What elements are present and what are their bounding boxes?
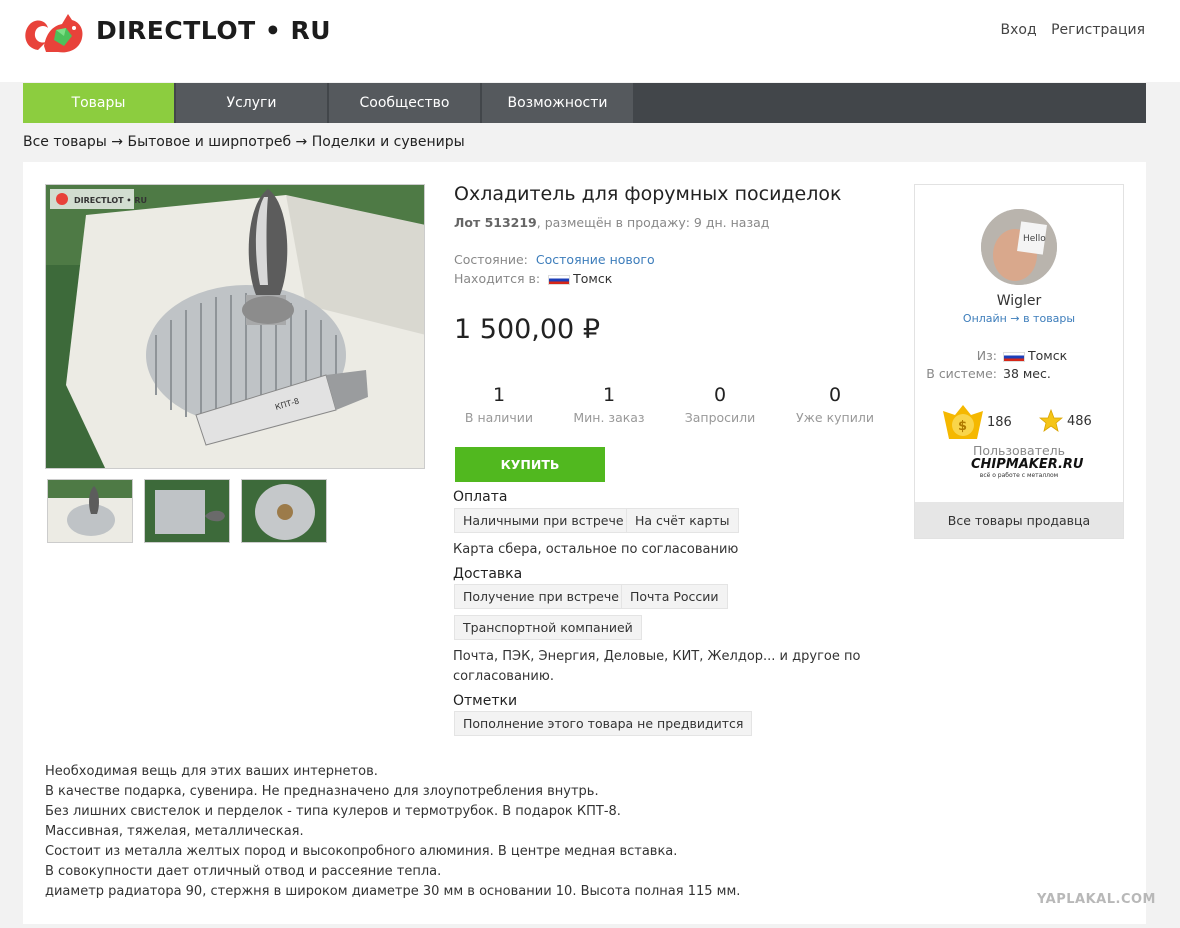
marks-title: Отметки (453, 693, 518, 709)
stat-number: 1 (492, 384, 506, 406)
stat-label: Мин. заказ (573, 410, 645, 425)
seller-rating-money: $ 186 (941, 403, 1012, 441)
payment-note: Карта сбера, остальное по согласованию (453, 542, 739, 557)
stat-in-stock: 1 В наличии (444, 384, 554, 425)
description-line: В совокупности дает отличный отвод и рас… (45, 864, 442, 879)
product-card: КПТ-8 DIRECTLOT • RU Охладитель для фору… (23, 162, 1146, 924)
payment-tag-cash: Наличными при встрече (454, 508, 633, 533)
location-value-wrap: Томск (548, 271, 612, 286)
chipmaker-badge-sub: всё о работе с металлом (979, 472, 1059, 479)
rating-money-value: 186 (987, 414, 1012, 430)
condition-row: Состояние: Состояние нового (454, 252, 655, 267)
delivery-tag-transport: Транспортной компанией (454, 615, 642, 640)
delivery-note-line: согласованию. (453, 669, 554, 684)
product-photo-image: КПТ-8 DIRECTLOT • RU (46, 185, 424, 468)
seller-all-goods-button[interactable]: Все товары продавца (915, 502, 1123, 538)
description-line: Необходимая вещь для этих ваших интернет… (45, 764, 378, 779)
site-logo-text[interactable]: DIRECTLOT • RU (96, 16, 331, 45)
condition-label: Состояние: (454, 252, 528, 267)
rating-star-value: 486 (1067, 413, 1092, 429)
auth-links: Вход Регистрация (991, 22, 1145, 38)
location-value: Томск (573, 271, 613, 286)
seller-from-value: Томск (1028, 348, 1068, 363)
russia-flag-icon (548, 274, 571, 285)
star-icon (1039, 409, 1063, 432)
money-badge-icon: $ (943, 405, 983, 439)
description-line: Состоит из металла желтых пород и высоко… (45, 844, 678, 859)
delivery-title: Доставка (453, 566, 523, 582)
nav-item-community[interactable]: Сообщество (329, 83, 480, 123)
seller-system-label: В системе: (926, 366, 997, 381)
photo-watermark-text: DIRECTLOT • RU (74, 196, 147, 205)
stat-label: Запросили (684, 410, 756, 425)
seller-user-label: Пользователь (972, 443, 1066, 458)
product-title: Охладитель для форумных посиделок (454, 183, 842, 205)
lot-number: Лот 513219 (454, 215, 537, 230)
buy-button[interactable]: КУПИТЬ (455, 447, 605, 482)
nav-item-services[interactable]: Услуги (176, 83, 327, 123)
seller-name[interactable]: Wigler (915, 293, 1123, 309)
stat-number: 1 (602, 384, 616, 406)
nav-item-goods[interactable]: Товары (23, 83, 174, 123)
condition-value[interactable]: Состояние нового (536, 252, 655, 267)
location-row: Находится в: Томск (454, 271, 612, 286)
delivery-note: Почта, ПЭК, Энергия, Деловые, КИТ, Желдо… (453, 647, 860, 687)
description-line: Без лишних свистелок и перделок - типа к… (45, 804, 621, 819)
seller-system-row: В системе: 38 мес. (915, 366, 1123, 381)
product-thumbnail-3[interactable] (241, 479, 327, 543)
chipmaker-badge: CHIPMAKER.RU (971, 457, 1084, 472)
login-link[interactable]: Вход (1001, 22, 1037, 38)
payment-title: Оплата (453, 489, 508, 505)
seller-panel: Hello Wigler Онлайн → в товары Из: Томск … (914, 184, 1124, 539)
stat-label: Уже купили (796, 410, 874, 425)
seller-online-link[interactable]: Онлайн → в товары (915, 312, 1123, 325)
description-line: диаметр радиатора 90, стержня в широком … (45, 884, 741, 899)
product-description: Необходимая вещь для этих ваших интернет… (45, 762, 945, 902)
stat-bought: 0 Уже купили (780, 384, 890, 425)
delivery-tag-post: Почта России (621, 584, 728, 609)
register-link[interactable]: Регистрация (1051, 22, 1145, 38)
lot-info: Лот 513219, размещён в продажу: 9 дн. на… (454, 215, 769, 230)
seller-rating-star: 486 (1039, 409, 1092, 433)
product-thumbnail-1[interactable] (47, 479, 133, 543)
stat-min-order: 1 Мин. заказ (554, 384, 664, 425)
seller-from-row: Из: Томск (915, 348, 1123, 363)
stat-requested: 0 Запросили (665, 384, 775, 425)
lot-posted: , размещён в продажу: 9 дн. назад (536, 215, 770, 230)
stat-number: 0 (713, 384, 727, 406)
product-main-photo[interactable]: КПТ-8 DIRECTLOT • RU (45, 184, 425, 469)
svg-text:$: $ (958, 419, 967, 434)
yaplakal-watermark: YAPLAKAL.COM (1037, 892, 1156, 907)
seller-system-value: 38 мес. (1003, 366, 1051, 381)
stat-number: 0 (828, 384, 842, 406)
squirrel-logo-icon[interactable] (22, 6, 92, 58)
site-header: DIRECTLOT • RU Вход Регистрация (0, 0, 1180, 82)
main-nav: Товары Услуги Сообщество Возможности (23, 83, 1146, 123)
svg-text:Hello: Hello (1023, 234, 1046, 244)
stat-label: В наличии (464, 410, 534, 425)
location-label: Находится в: (454, 271, 541, 286)
delivery-tag-pickup: Получение при встрече (454, 584, 628, 609)
product-thumbnail-2[interactable] (144, 479, 230, 543)
delivery-note-line: Почта, ПЭК, Энергия, Деловые, КИТ, Желдо… (453, 649, 861, 664)
payment-tag-card: На счёт карты (626, 508, 739, 533)
nav-item-features[interactable]: Возможности (482, 83, 633, 123)
description-line: В качестве подарка, сувенира. Не предназ… (45, 784, 599, 799)
description-line: Массивная, тяжелая, металлическая. (45, 824, 304, 839)
russia-flag-icon (1003, 351, 1025, 362)
seller-from-label: Из: (976, 348, 997, 363)
product-price: 1 500,00 ₽ (454, 314, 600, 345)
breadcrumb[interactable]: Все товары → Бытовое и ширпотреб → Подел… (23, 134, 465, 150)
seller-avatar[interactable]: Hello (981, 209, 1057, 285)
marks-tag-no-restock: Пополнение этого товара не предвидится (454, 711, 753, 736)
